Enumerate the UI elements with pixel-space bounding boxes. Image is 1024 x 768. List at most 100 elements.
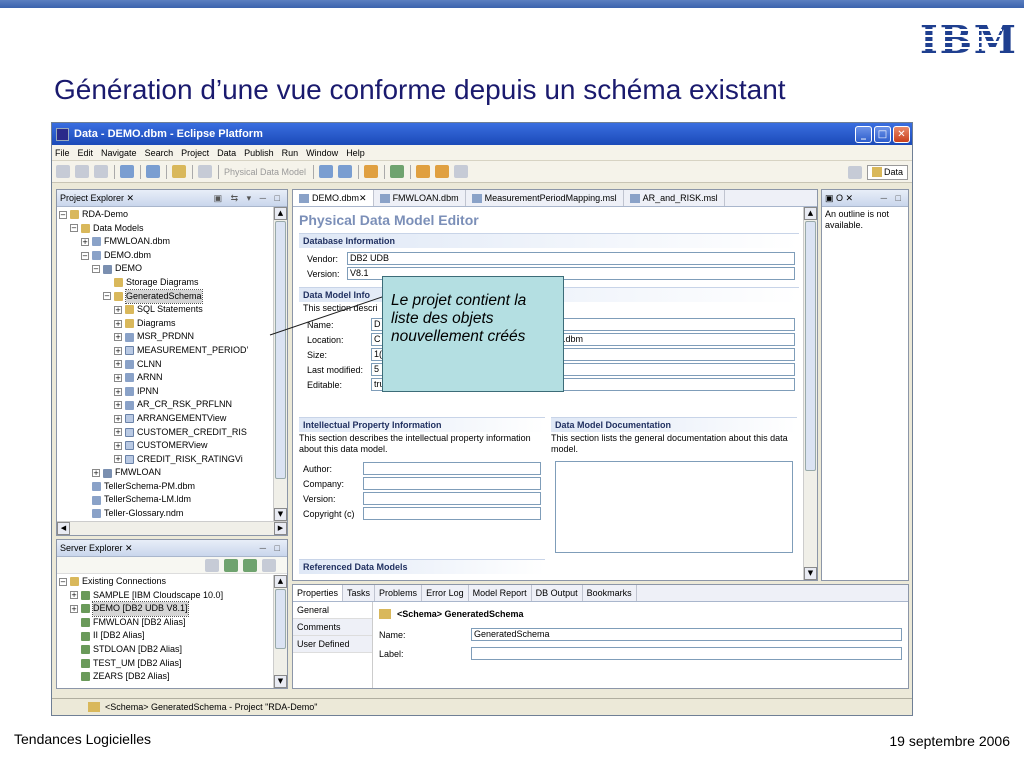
- scroll-right-icon[interactable]: ▶: [274, 522, 287, 535]
- tree-item[interactable]: − DEMO.dbm: [59, 249, 287, 263]
- minimize-view-icon[interactable]: ─ □: [260, 543, 283, 553]
- scroll-up-icon[interactable]: ▲: [274, 575, 287, 588]
- scroll-down-icon[interactable]: ▼: [274, 675, 287, 688]
- collapse-icon[interactable]: −: [103, 292, 111, 301]
- data-perspective-button[interactable]: Data: [866, 164, 908, 180]
- tree-item[interactable]: + FMWLOAN: [59, 466, 287, 480]
- tree-item[interactable]: STDLOAN [DB2 Alias]: [59, 643, 287, 657]
- tree-item[interactable]: + CUSTOMER_CREDIT_RIS: [59, 426, 287, 440]
- print-icon[interactable]: [94, 165, 108, 178]
- tree-item[interactable]: + CLNN: [59, 358, 287, 372]
- properties-tab-model-report[interactable]: Model Report: [469, 585, 532, 601]
- scroll-down-icon[interactable]: ▼: [274, 508, 287, 521]
- menu-search[interactable]: Search: [145, 148, 174, 158]
- schema-label-field[interactable]: [471, 647, 902, 660]
- tree-item[interactable]: Teller-Glossary.ndm: [59, 507, 287, 521]
- debug-icon[interactable]: [338, 165, 353, 178]
- expand-icon[interactable]: +: [114, 305, 122, 314]
- collapse-icon[interactable]: −: [81, 251, 89, 260]
- tree-item[interactable]: + DEMO [DB2 UDB V8.1]: [59, 601, 287, 617]
- back-arrow-icon[interactable]: [416, 165, 431, 178]
- properties-section-user-defined[interactable]: User Defined: [293, 636, 372, 653]
- editor-tab-measurementperiodmapping-msl[interactable]: MeasurementPeriodMapping.msl: [466, 190, 624, 206]
- scroll-thumb[interactable]: [275, 589, 286, 649]
- tree-item[interactable]: − GeneratedSchema: [59, 288, 287, 305]
- tree-item[interactable]: TellerSchema-PM.dbm: [59, 480, 287, 494]
- properties-tab-bookmarks[interactable]: Bookmarks: [583, 585, 637, 601]
- menu-project[interactable]: Project: [181, 148, 209, 158]
- tree-item[interactable]: + FMWLOAN.dbm: [59, 235, 287, 249]
- outline-tab[interactable]: ▣ O ✕ ─ □: [822, 190, 908, 207]
- tree-item[interactable]: − RDA-Demo: [59, 208, 287, 222]
- editor-tab-ar-and-risk-msl[interactable]: AR_and_RISK.msl: [624, 190, 725, 206]
- tree-item[interactable]: + IPNN: [59, 385, 287, 399]
- properties-section-general[interactable]: General: [293, 602, 372, 619]
- collapse-icon[interactable]: −: [70, 224, 78, 233]
- tree-item[interactable]: + CREDIT_RISK_RATINGVi: [59, 453, 287, 467]
- expand-icon[interactable]: +: [81, 237, 89, 246]
- tree-item[interactable]: + CUSTOMERView: [59, 439, 287, 453]
- expand-icon[interactable]: +: [92, 469, 100, 478]
- expand-icon[interactable]: +: [114, 387, 122, 396]
- tree-item[interactable]: + SAMPLE [IBM Cloudscape 10.0]: [59, 589, 287, 603]
- tree-item[interactable]: − DEMO: [59, 262, 287, 276]
- tree-item[interactable]: − Existing Connections: [59, 575, 287, 589]
- properties-tab-properties[interactable]: Properties: [293, 585, 344, 601]
- scroll-thumb[interactable]: [805, 221, 816, 471]
- schema-icon[interactable]: [172, 165, 186, 178]
- menu-file[interactable]: File: [55, 148, 70, 158]
- menu-window[interactable]: Window: [306, 148, 338, 158]
- tree-item[interactable]: FMWLOAN [DB2 Alias]: [59, 616, 287, 630]
- menu-data[interactable]: Data: [217, 148, 236, 158]
- scroll-down-icon[interactable]: ▼: [804, 567, 817, 580]
- save-icon[interactable]: [75, 165, 89, 178]
- scroll-thumb[interactable]: [275, 221, 286, 479]
- properties-section-comments[interactable]: Comments: [293, 619, 372, 636]
- expand-icon[interactable]: +: [114, 428, 122, 437]
- project-vertical-scrollbar[interactable]: ▲ ▼: [273, 207, 287, 521]
- tree-item[interactable]: + MSR_PRDNN: [59, 330, 287, 344]
- copyright-field[interactable]: [363, 507, 541, 520]
- expand-icon[interactable]: +: [114, 373, 122, 382]
- server-view-menu-icon[interactable]: [262, 558, 276, 572]
- next-arrow-icon[interactable]: [454, 165, 469, 178]
- ip-version-field[interactable]: [363, 492, 541, 505]
- close-tab-icon[interactable]: ✕: [359, 193, 367, 204]
- editor-tab-demo-dbm[interactable]: DEMO.dbm ✕: [293, 190, 374, 206]
- ddl-icon[interactable]: [146, 165, 160, 178]
- refresh-icon[interactable]: [205, 558, 219, 572]
- properties-icon[interactable]: [198, 165, 212, 178]
- tree-item[interactable]: + AR_CR_RSK_PRFLNN: [59, 398, 287, 412]
- maximize-button[interactable]: □: [874, 125, 891, 143]
- collapse-icon[interactable]: −: [92, 265, 100, 274]
- tree-item[interactable]: + Diagrams: [59, 317, 287, 331]
- expand-icon[interactable]: +: [114, 441, 122, 450]
- tree-item[interactable]: Storage Diagrams: [59, 276, 287, 290]
- disconnect-icon[interactable]: [243, 558, 257, 572]
- expand-icon[interactable]: +: [114, 346, 122, 355]
- expand-icon[interactable]: +: [114, 333, 122, 342]
- expand-icon[interactable]: +: [114, 360, 122, 369]
- scroll-up-icon[interactable]: ▲: [804, 207, 817, 220]
- expand-icon[interactable]: +: [70, 604, 78, 613]
- menu-publish[interactable]: Publish: [244, 148, 274, 158]
- external-tools-icon[interactable]: [364, 165, 379, 178]
- schema-name-field[interactable]: GeneratedSchema: [471, 628, 902, 641]
- vendor-field[interactable]: DB2 UDB: [347, 252, 795, 265]
- properties-tab-problems[interactable]: Problems: [375, 585, 423, 601]
- collapse-icon[interactable]: −: [59, 577, 67, 586]
- server-explorer-tab[interactable]: Server Explorer ✕ ─ □: [57, 540, 287, 557]
- close-button[interactable]: ✕: [893, 125, 910, 143]
- expand-icon[interactable]: +: [70, 591, 78, 600]
- properties-tab-db-output[interactable]: DB Output: [532, 585, 583, 601]
- server-vertical-scrollbar[interactable]: ▲ ▼: [273, 575, 287, 688]
- documentation-textarea[interactable]: [555, 461, 793, 553]
- open-perspective-icon[interactable]: [847, 165, 862, 179]
- menu-edit[interactable]: Edit: [78, 148, 94, 158]
- editor-tab-fmwloan-dbm[interactable]: FMWLOAN.dbm: [374, 190, 466, 206]
- expand-icon[interactable]: +: [114, 455, 122, 464]
- new-icon[interactable]: [56, 165, 70, 178]
- properties-tab-error-log[interactable]: Error Log: [422, 585, 469, 601]
- author-field[interactable]: [363, 462, 541, 475]
- tree-item[interactable]: + SQL Statements: [59, 303, 287, 317]
